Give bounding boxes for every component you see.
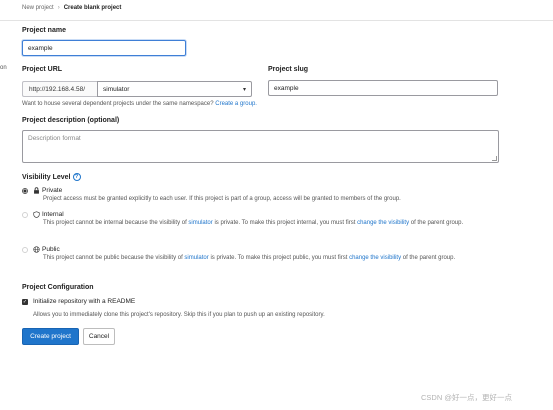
public-change-visibility-link[interactable]: change the visibility — [349, 255, 401, 261]
header-divider — [0, 20, 553, 21]
visibility-public-desc: This project cannot be public because th… — [43, 254, 499, 264]
project-url-prefix: http://192.168.4.58/ — [22, 81, 97, 97]
breadcrumb: New project › Create blank project — [22, 5, 121, 11]
namespace-select[interactable]: simulator ▾ — [97, 81, 252, 97]
internal-title-text: Internal — [42, 211, 64, 218]
project-name-input[interactable]: example — [22, 40, 186, 56]
visibility-internal-radio[interactable] — [22, 212, 28, 218]
public-desc-b: is private. To make this project public,… — [210, 255, 348, 261]
resize-handle[interactable] — [492, 156, 497, 161]
init-readme-checkbox[interactable]: ✓ — [22, 299, 28, 305]
project-description-label: Project description (optional) — [22, 117, 120, 124]
public-desc-a: This project cannot be public because th… — [43, 255, 183, 261]
public-desc-c: of the parent group. — [402, 255, 456, 261]
internal-desc-c: of the parent group. — [410, 220, 464, 226]
visibility-public-radio[interactable] — [22, 247, 28, 253]
internal-namespace-link[interactable]: simulator — [188, 220, 212, 226]
lock-icon — [34, 187, 39, 194]
sidebar-edge-text: on — [0, 65, 7, 71]
visibility-internal-title: Internal — [33, 211, 64, 218]
cancel-button[interactable]: Cancel — [83, 328, 115, 345]
shield-icon — [33, 211, 40, 218]
init-readme-help: Allows you to immediately clone this pro… — [33, 312, 325, 318]
project-name-label: Project name — [22, 27, 66, 34]
private-title-text: Private — [42, 187, 63, 194]
internal-desc-a: This project cannot be internal because … — [43, 220, 187, 226]
init-readme-label[interactable]: Initialize repository with a README — [33, 298, 135, 305]
namespace-help: Want to house several dependent projects… — [22, 101, 257, 107]
project-slug-input[interactable]: example — [268, 80, 498, 96]
create-group-link[interactable]: Create a group. — [215, 101, 257, 107]
chevron-down-icon: ▾ — [242, 86, 246, 93]
visibility-level-text: Visibility Level — [22, 173, 71, 181]
project-configuration-label: Project Configuration — [22, 284, 94, 291]
question-circle-icon[interactable]: ? — [72, 173, 81, 181]
namespace-help-text: Want to house several dependent projects… — [22, 101, 214, 107]
breadcrumb-separator: › — [57, 5, 60, 11]
public-title-text: Public — [42, 246, 60, 253]
breadcrumb-current: Create blank project — [63, 5, 122, 11]
visibility-private-desc: Project access must be granted explicitl… — [43, 196, 401, 202]
globe-icon — [33, 246, 40, 253]
internal-desc-b: is private. To make this project interna… — [214, 220, 356, 226]
breadcrumb-new-project[interactable]: New project — [22, 5, 54, 11]
description-placeholder: Description format — [28, 135, 81, 142]
project-slug-label: Project slug — [268, 66, 309, 73]
project-url-label: Project URL — [22, 66, 63, 73]
project-description-textarea[interactable]: Description format — [22, 130, 499, 163]
internal-change-visibility-link[interactable]: change the visibility — [357, 220, 409, 226]
visibility-private-title: Private — [33, 187, 62, 194]
visibility-public-title: Public — [33, 246, 60, 253]
visibility-private-radio[interactable] — [22, 188, 28, 194]
visibility-internal-desc: This project cannot be internal because … — [43, 219, 499, 229]
create-project-button[interactable]: Create project — [22, 328, 79, 345]
visibility-level-label: Visibility Level? — [22, 173, 81, 181]
namespace-value: simulator — [103, 85, 130, 93]
public-namespace-link[interactable]: simulator — [184, 255, 208, 261]
csdn-watermark: CSDN @好一点，更好一点 — [421, 393, 512, 402]
